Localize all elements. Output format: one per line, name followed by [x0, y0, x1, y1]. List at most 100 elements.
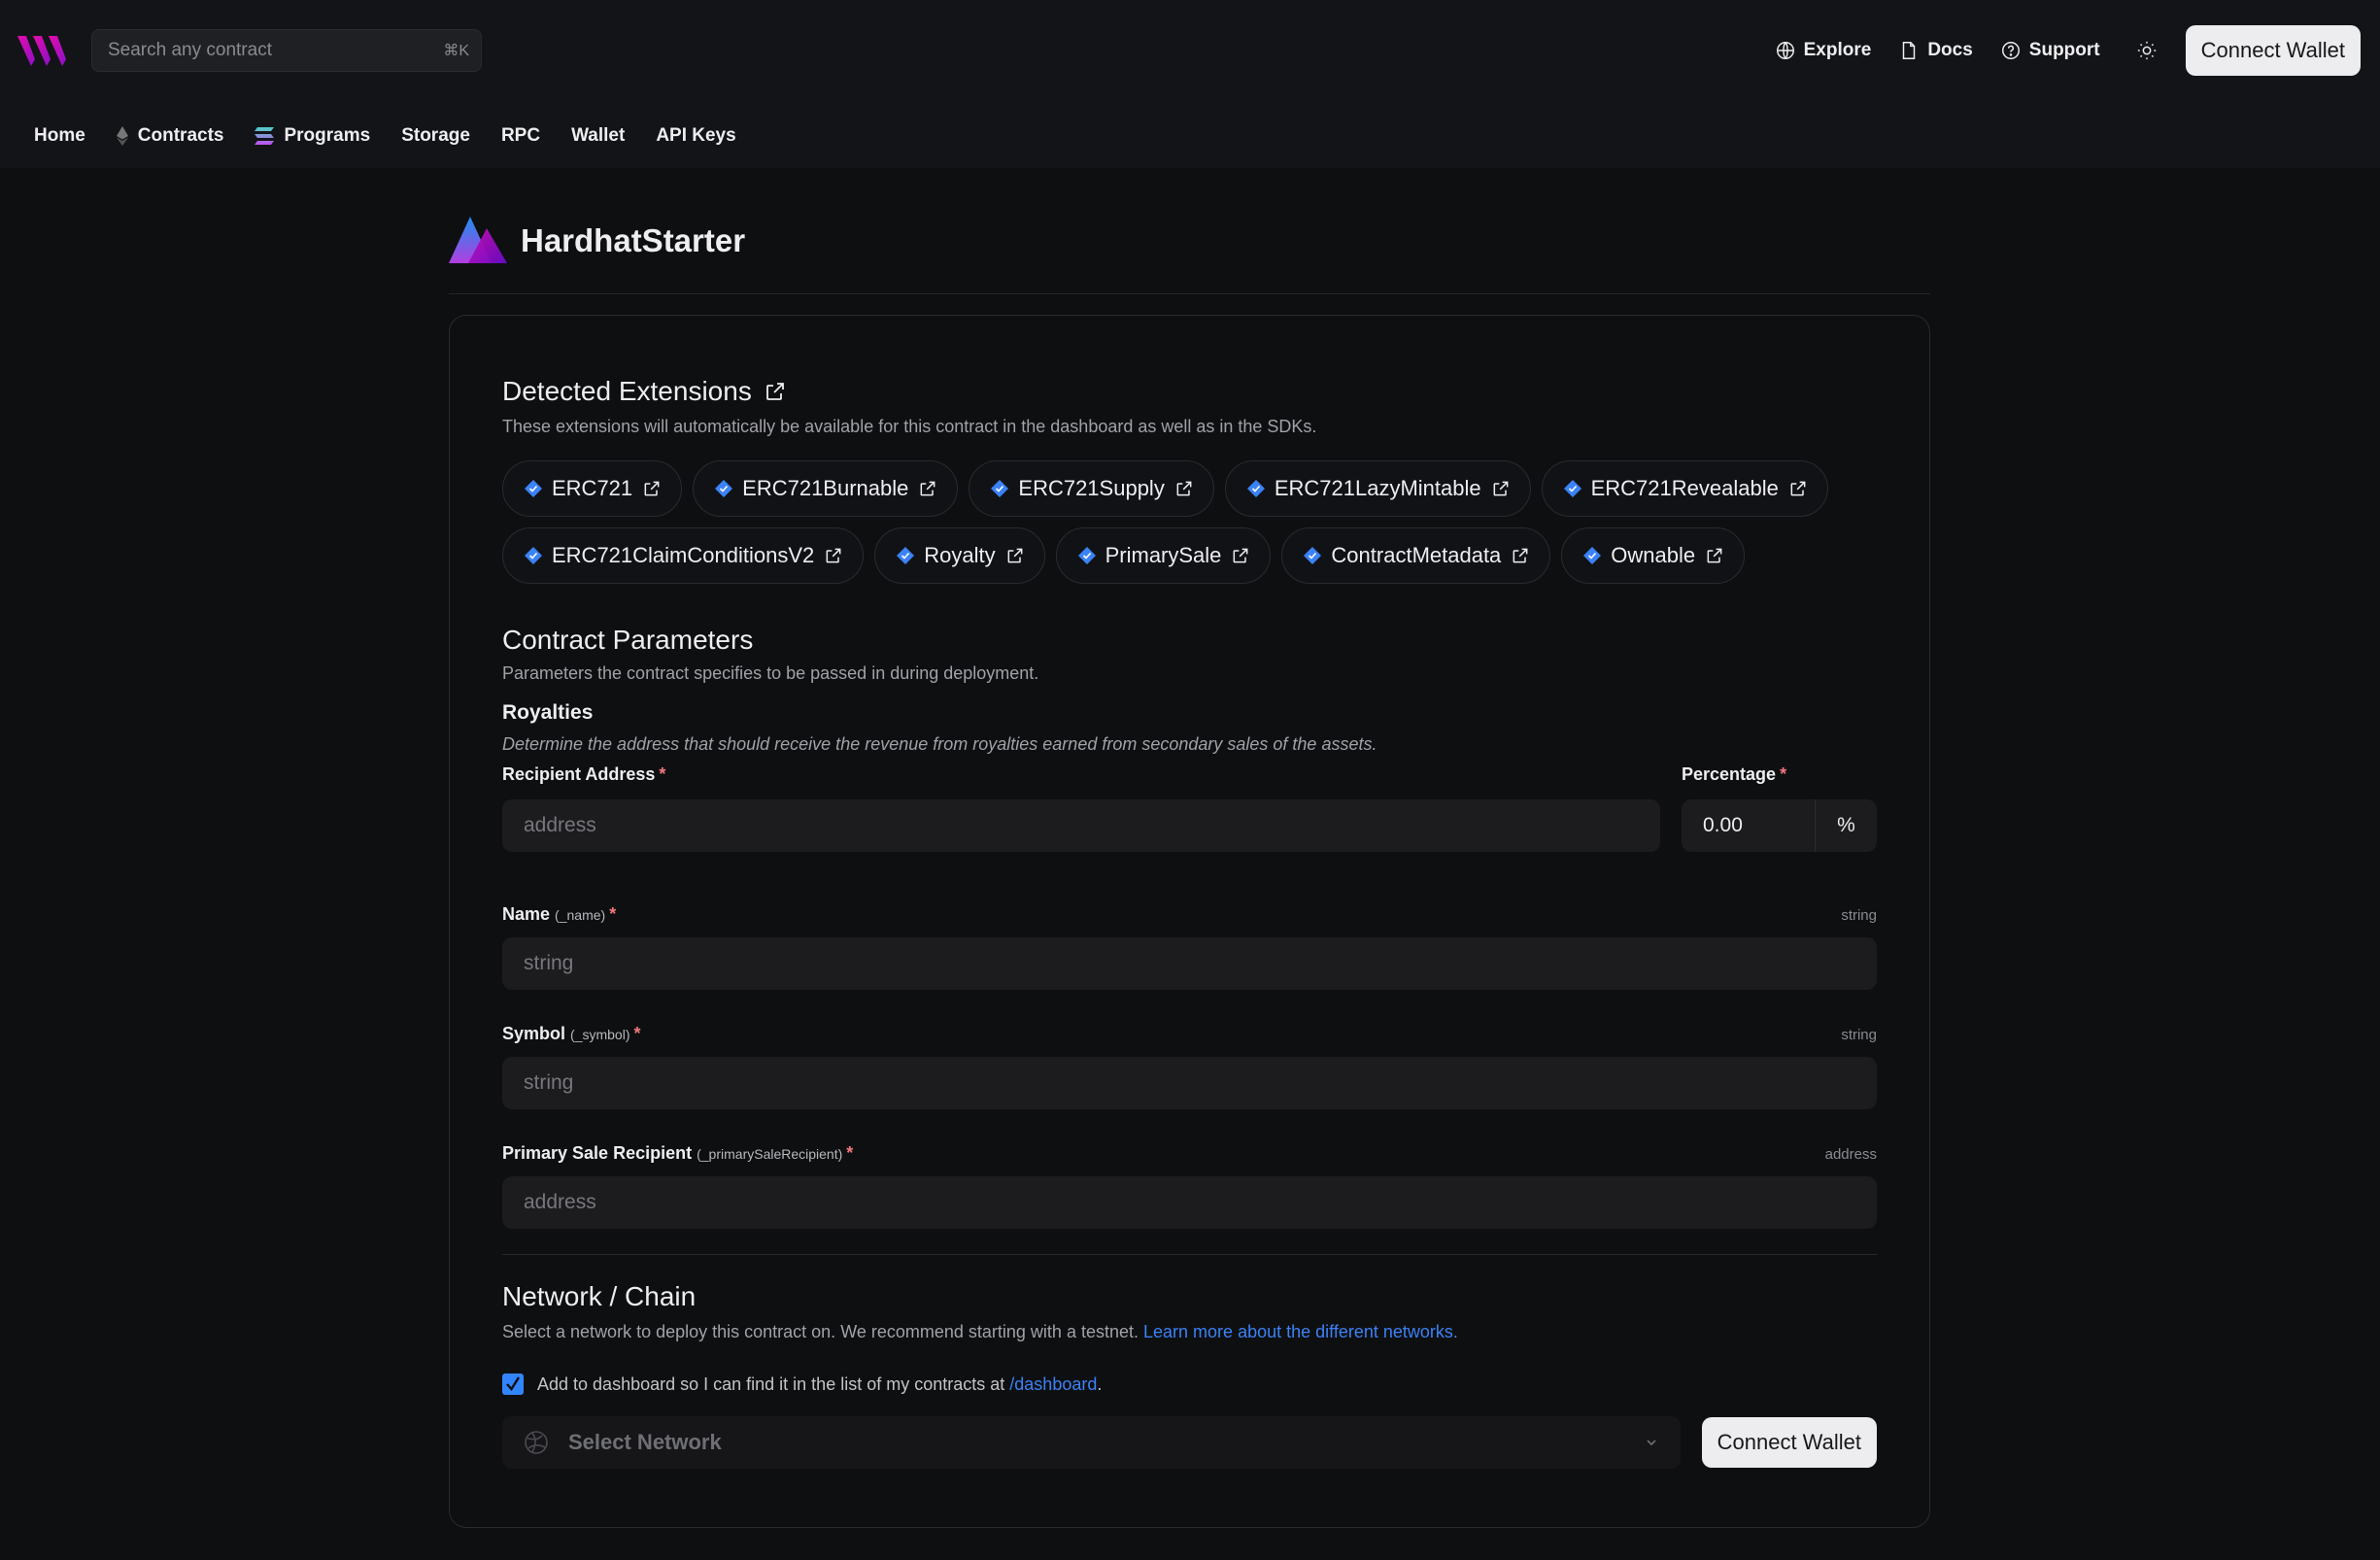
- verified-badge-icon: [1583, 547, 1602, 564]
- search-shortcut-hint: ⌘K: [443, 43, 469, 59]
- verified-badge-icon: [991, 480, 1009, 497]
- extension-chip[interactable]: ERC721Revealable: [1541, 460, 1828, 517]
- required-mark: *: [846, 1143, 854, 1163]
- parameters-description: Parameters the contract specifies to be …: [502, 663, 1039, 683]
- extensions-description: These extensions will automatically be a…: [502, 417, 1317, 436]
- required-mark: *: [659, 764, 666, 784]
- docs-label: Docs: [1927, 40, 1973, 60]
- extension-chip[interactable]: ContractMetadata: [1281, 527, 1551, 584]
- extension-chip[interactable]: ERC721Supply: [969, 460, 1214, 517]
- header-actions: Explore Docs Support Connect Wallet: [1748, 25, 2361, 76]
- percentage-input[interactable]: [1682, 799, 1816, 852]
- network-globe-icon: [525, 1431, 548, 1454]
- network-section: Network / Chain Select a network to depl…: [502, 1281, 1877, 1469]
- field-input[interactable]: [502, 937, 1877, 990]
- parameter-fields: Name (_name)*stringSymbol (_symbol)*stri…: [502, 904, 1877, 1229]
- network-description: Select a network to deploy this contract…: [502, 1322, 1139, 1341]
- percentage-input-group: %: [1682, 799, 1877, 852]
- extensions-section: Detected Extensions These extensions wil…: [502, 376, 1877, 584]
- extension-name: ContractMetadata: [1331, 543, 1502, 567]
- royalties-heading: Royalties: [502, 701, 594, 724]
- recipient-address-label: Recipient Address: [502, 764, 656, 784]
- extension-chip[interactable]: Royalty: [874, 527, 1045, 584]
- verified-badge-icon: [1563, 480, 1581, 497]
- sun-icon: [2137, 41, 2156, 60]
- theme-toggle-button[interactable]: [2135, 39, 2159, 62]
- extension-name: Ownable: [1611, 543, 1696, 567]
- required-mark: *: [633, 1024, 641, 1043]
- extension-name: Royalty: [924, 543, 996, 567]
- percentage-field: Percentage* %: [1682, 764, 1877, 852]
- field-label: Primary Sale Recipient: [502, 1143, 693, 1163]
- nav-contracts-label: Contracts: [137, 125, 224, 146]
- search-input[interactable]: [108, 40, 444, 61]
- document-icon: [1903, 42, 1916, 59]
- deploy-connect-wallet-button[interactable]: Connect Wallet: [1701, 1417, 1877, 1468]
- nav-api-keys[interactable]: API Keys: [640, 125, 751, 147]
- add-to-dashboard-row: Add to dashboard so I can find it in the…: [502, 1373, 1877, 1395]
- extension-chip[interactable]: PrimarySale: [1055, 527, 1272, 584]
- deploy-form-card: Detected Extensions These extensions wil…: [449, 315, 1930, 1528]
- solana-icon: [255, 127, 275, 145]
- verified-badge-icon: [897, 547, 915, 564]
- dashboard-link[interactable]: /dashboard: [1009, 1374, 1097, 1394]
- connect-wallet-button[interactable]: Connect Wallet: [2185, 25, 2361, 76]
- verified-badge-icon: [525, 547, 542, 564]
- extension-chip[interactable]: ERC721Burnable: [693, 460, 959, 517]
- recipient-address-field: Recipient Address *: [502, 764, 1660, 852]
- add-to-dashboard-text: Add to dashboard so I can find it in the…: [537, 1373, 1005, 1394]
- field-input[interactable]: [502, 1176, 1877, 1229]
- extension-name: ERC721LazyMintable: [1274, 476, 1481, 500]
- external-link-icon: [826, 548, 841, 563]
- learn-more-networks-link[interactable]: Learn more about the different networks.: [1143, 1322, 1458, 1341]
- section-divider: [502, 1254, 1877, 1255]
- external-link-icon: [1234, 548, 1248, 563]
- external-link-icon: [1790, 481, 1806, 496]
- support-link[interactable]: Support: [2000, 40, 2100, 61]
- external-link-icon: [1707, 548, 1722, 563]
- deploy-actions-row: Select Network Connect Wallet: [502, 1416, 1877, 1469]
- explore-link[interactable]: Explore: [1775, 40, 1871, 61]
- recipient-address-input[interactable]: [502, 799, 1660, 852]
- nav-rpc[interactable]: RPC: [486, 125, 556, 147]
- search-bar[interactable]: ⌘K: [91, 29, 482, 72]
- network-select[interactable]: Select Network: [502, 1416, 1681, 1469]
- nav-storage-label: Storage: [401, 125, 470, 146]
- extension-name: ERC721Revealable: [1590, 476, 1779, 500]
- field-type-tag: string: [1841, 907, 1877, 924]
- external-link-icon: [1513, 548, 1528, 563]
- percentage-suffix: %: [1837, 814, 1855, 836]
- extension-chip[interactable]: ERC721ClaimConditionsV2: [502, 527, 865, 584]
- extension-chip[interactable]: ERC721: [502, 460, 683, 517]
- nav-home-label: Home: [34, 125, 85, 146]
- extension-name: ERC721: [552, 476, 633, 500]
- field-label: Symbol: [502, 1024, 566, 1043]
- chevron-down-icon: [1647, 1440, 1656, 1446]
- extension-chip[interactable]: ERC721LazyMintable: [1224, 460, 1531, 517]
- nav-storage[interactable]: Storage: [386, 125, 486, 147]
- add-to-dashboard-checkbox[interactable]: [502, 1373, 524, 1395]
- external-link-icon: [920, 481, 935, 496]
- top-header: ⌘K Explore Docs Support Connect Wallet H…: [0, 0, 2380, 168]
- required-mark: *: [609, 904, 617, 924]
- field-type-tag: string: [1841, 1027, 1877, 1043]
- thirdweb-logo-icon[interactable]: [17, 34, 72, 68]
- nav-contracts[interactable]: Contracts: [101, 125, 240, 147]
- nav-home[interactable]: Home: [19, 125, 101, 147]
- external-link-icon: [644, 481, 660, 496]
- ethereum-icon: [116, 126, 128, 146]
- extension-chip[interactable]: Ownable: [1561, 527, 1746, 584]
- main-nav: Home Contracts Programs Storage RPC Wall…: [19, 117, 752, 155]
- period: .: [1097, 1373, 1103, 1394]
- external-link-icon[interactable]: [764, 380, 787, 403]
- support-label: Support: [2028, 40, 2100, 60]
- docs-link[interactable]: Docs: [1898, 40, 1973, 61]
- nav-wallet[interactable]: Wallet: [556, 125, 640, 147]
- nav-programs[interactable]: Programs: [239, 125, 386, 147]
- external-link-icon: [1176, 481, 1192, 496]
- extension-name: ERC721Supply: [1018, 476, 1165, 500]
- nav-wallet-label: Wallet: [571, 125, 626, 146]
- hardhat-logo-icon: [449, 217, 507, 263]
- page-title: HardhatStarter: [521, 222, 746, 258]
- field-input[interactable]: [502, 1057, 1877, 1109]
